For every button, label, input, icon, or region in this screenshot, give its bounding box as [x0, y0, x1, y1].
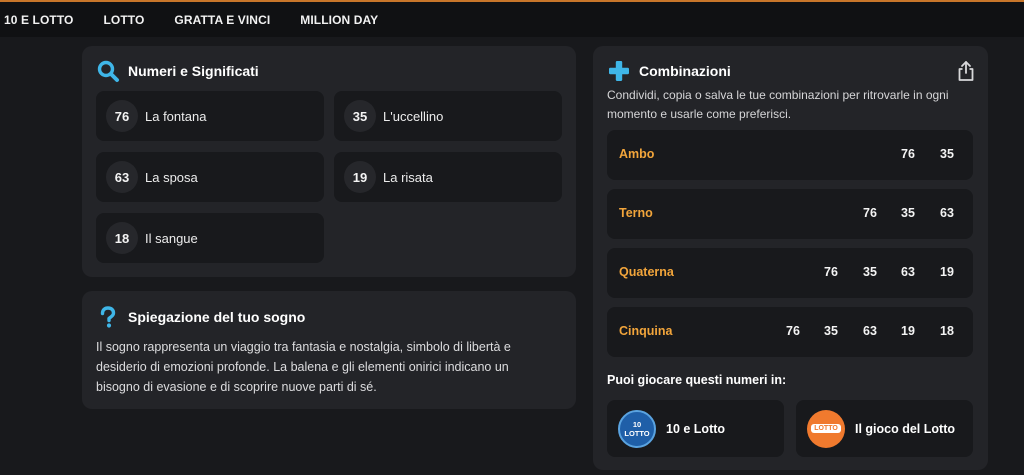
combinazioni-title-text: Combinazioni — [639, 63, 731, 79]
combinazioni-title: Combinazioni — [607, 59, 731, 83]
number-meaning: La risata — [383, 169, 433, 185]
combo-label: Cinquina — [619, 324, 673, 338]
spiegazione-card: Spiegazione del tuo sogno Il sogno rappr… — [82, 291, 576, 409]
combo-row-quaterna[interactable]: Quaterna 76 35 63 19 — [607, 248, 973, 298]
number-item[interactable]: 18 Il sangue — [96, 213, 324, 263]
combo-label: Ambo — [619, 147, 655, 161]
share-icon — [958, 61, 974, 81]
combo-number: 63 — [940, 206, 954, 220]
nav-10-e-lotto[interactable]: 10 E LOTTO — [4, 13, 73, 27]
number-meaning: Il sangue — [145, 230, 198, 246]
combinazioni-card: Combinazioni Condividi, copia o salva le… — [593, 46, 988, 470]
combo-row-terno[interactable]: Terno 76 35 63 — [607, 189, 973, 239]
combinazioni-description: Condividi, copia o salva le tue combinaz… — [607, 88, 949, 121]
game-lotto[interactable]: LOTTO Il gioco del Lotto — [796, 400, 973, 457]
combo-number: 76 — [863, 206, 877, 220]
plus-icon — [607, 59, 631, 83]
number-item[interactable]: 19 La risata — [334, 152, 562, 202]
10-e-lotto-logo: 10 LOTTO — [618, 409, 656, 448]
lotto-logo-text: LOTTO — [811, 424, 841, 433]
combo-number: 19 — [940, 265, 954, 279]
combo-row-ambo[interactable]: Ambo 76 35 — [607, 130, 973, 180]
spiegazione-title: Spiegazione del tuo sogno — [96, 305, 305, 329]
10-e-lotto-logo-text: 10 LOTTO — [624, 419, 650, 438]
combo-number: 76 — [786, 324, 800, 338]
spiegazione-title-text: Spiegazione del tuo sogno — [128, 309, 306, 325]
number-badge: 63 — [106, 161, 138, 193]
play-label: Puoi giocare questi numeri in: — [607, 373, 787, 387]
nav-gratta-e-vinci[interactable]: GRATTA E VINCI — [174, 13, 270, 27]
combo-row-cinquina[interactable]: Cinquina 76 35 63 19 18 — [607, 307, 973, 357]
numeri-title-text: Numeri e Significati — [128, 63, 259, 79]
number-meaning: La fontana — [145, 108, 207, 124]
combo-number: 76 — [901, 147, 915, 161]
combo-number: 19 — [901, 324, 915, 338]
number-item[interactable]: 35 L'uccellino — [334, 91, 562, 141]
number-meaning: L'uccellino — [383, 108, 444, 124]
combo-number: 35 — [940, 147, 954, 161]
combo-number: 63 — [863, 324, 877, 338]
top-navigation: 10 E LOTTO LOTTO GRATTA E VINCI MILLION … — [0, 0, 1024, 37]
question-icon — [96, 305, 120, 329]
combo-number: 63 — [901, 265, 915, 279]
numeri-title: Numeri e Significati — [96, 59, 259, 83]
numeri-card: Numeri e Significati 76 La fontana 35 L'… — [82, 46, 576, 277]
number-item[interactable]: 76 La fontana — [96, 91, 324, 141]
lotto-logo: LOTTO — [807, 409, 845, 448]
search-icon — [96, 59, 120, 83]
combo-number: 35 — [824, 324, 838, 338]
combo-label: Terno — [619, 206, 653, 220]
dream-explanation: Il sogno rappresenta un viaggio tra fant… — [96, 340, 511, 394]
number-item[interactable]: 63 La sposa — [96, 152, 324, 202]
number-badge: 35 — [344, 100, 376, 132]
nav-lotto[interactable]: LOTTO — [103, 13, 144, 27]
game-name: 10 e Lotto — [666, 421, 726, 436]
share-button[interactable] — [956, 60, 976, 82]
number-badge: 76 — [106, 100, 138, 132]
combo-number: 35 — [901, 206, 915, 220]
combo-number: 35 — [863, 265, 877, 279]
number-meaning: La sposa — [145, 169, 198, 185]
combo-label: Quaterna — [619, 265, 674, 279]
number-badge: 18 — [106, 222, 138, 254]
game-10-e-lotto[interactable]: 10 LOTTO 10 e Lotto — [607, 400, 784, 457]
combo-number: 76 — [824, 265, 838, 279]
nav-million-day[interactable]: MILLION DAY — [300, 13, 378, 27]
combo-number: 18 — [940, 324, 954, 338]
number-badge: 19 — [344, 161, 376, 193]
game-name: Il gioco del Lotto — [855, 421, 955, 436]
